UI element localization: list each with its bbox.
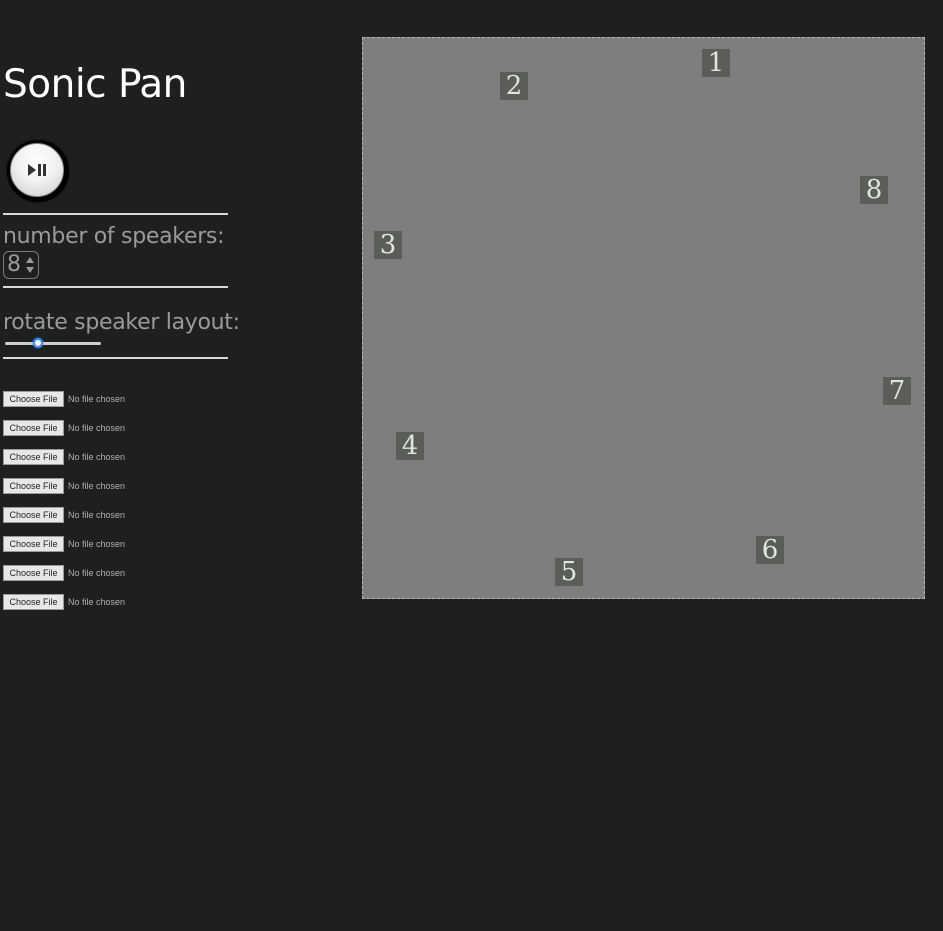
speaker-count-value: 8	[7, 252, 21, 277]
file-status: No file chosen	[68, 597, 126, 607]
choose-file-button[interactable]: Choose File	[3, 565, 64, 581]
choose-file-button[interactable]: Choose File	[3, 420, 64, 436]
speaker-1[interactable]: 1	[702, 49, 730, 77]
file-status: No file chosen	[68, 510, 126, 520]
choose-file-button[interactable]: Choose File	[3, 507, 64, 523]
speaker-3[interactable]: 3	[374, 231, 402, 259]
play-pause-icon	[28, 164, 46, 176]
divider	[3, 286, 228, 288]
speaker-4[interactable]: 4	[396, 432, 424, 460]
file-input-row: Choose File No file chosen	[3, 449, 125, 465]
rotate-layout-slider[interactable]	[5, 336, 101, 350]
file-input-row: Choose File No file chosen	[3, 507, 125, 523]
file-input-row: Choose File No file chosen	[3, 594, 125, 610]
speaker-7[interactable]: 7	[883, 377, 911, 405]
divider	[3, 213, 228, 215]
app-title: Sonic Pan	[3, 62, 187, 107]
file-status: No file chosen	[68, 568, 126, 578]
file-status: No file chosen	[68, 423, 126, 433]
speaker-layout-canvas[interactable]: 1 2 3 4 5 6 7 8	[362, 37, 925, 599]
file-status: No file chosen	[68, 539, 126, 549]
choose-file-button[interactable]: Choose File	[3, 594, 64, 610]
file-input-row: Choose File No file chosen	[3, 478, 125, 494]
stepper-arrows-icon[interactable]	[25, 255, 35, 275]
file-input-row: Choose File No file chosen	[3, 391, 125, 407]
rotate-layout-label: rotate speaker layout:	[3, 310, 240, 335]
slider-thumb[interactable]	[33, 338, 43, 348]
file-input-row: Choose File No file chosen	[3, 420, 125, 436]
choose-file-button[interactable]: Choose File	[3, 536, 64, 552]
choose-file-button[interactable]: Choose File	[3, 478, 64, 494]
file-input-row: Choose File No file chosen	[3, 536, 125, 552]
speaker-6[interactable]: 6	[756, 536, 784, 564]
speaker-count-label: number of speakers:	[3, 224, 225, 249]
file-input-row: Choose File No file chosen	[3, 565, 125, 581]
speaker-8[interactable]: 8	[860, 176, 888, 204]
choose-file-button[interactable]: Choose File	[3, 391, 64, 407]
play-pause-button[interactable]	[7, 140, 69, 202]
divider	[3, 357, 228, 359]
speaker-5[interactable]: 5	[555, 558, 583, 586]
file-status: No file chosen	[68, 394, 126, 404]
speaker-count-stepper[interactable]: 8	[3, 251, 39, 279]
slider-track	[5, 342, 101, 345]
file-status: No file chosen	[68, 481, 126, 491]
speaker-2[interactable]: 2	[500, 72, 528, 100]
file-status: No file chosen	[68, 452, 126, 462]
choose-file-button[interactable]: Choose File	[3, 449, 64, 465]
